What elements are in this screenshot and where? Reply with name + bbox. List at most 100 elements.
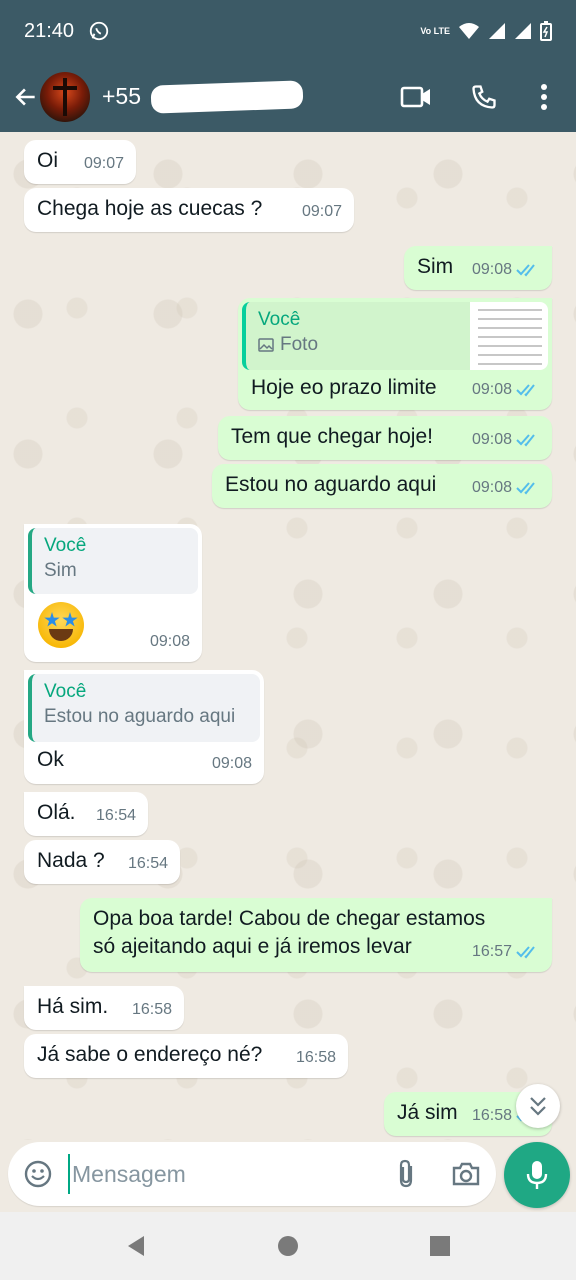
system-navigation-bar [0,1212,576,1280]
message-time: 16:54 [96,802,136,830]
arrow-left-icon [15,88,35,106]
quoted-message[interactable]: Você Estou no aguardo aqui [28,674,260,742]
message-text: Estou no aguardo aqui [225,473,437,496]
message-bubble[interactable]: Oi 09:07 [24,140,136,184]
quote-text-value: Estou no aguardo aqui [44,706,236,727]
nav-home-button[interactable] [268,1226,308,1266]
message-text: Olá. [37,801,76,824]
message-bubble[interactable]: Você Sim 09:08 [24,524,202,662]
nav-back-button[interactable] [116,1226,156,1266]
message-bubble[interactable]: Você Foto Hoje eo prazo limite 09:08 [238,298,552,410]
wifi-icon [459,23,479,39]
message-bubble[interactable]: Tem que chegar hoje! 09:08 [218,416,552,460]
message-text: Hoje eo prazo limite [251,376,437,399]
contact-number: +55 [102,82,142,109]
message-text: Sim [417,255,454,278]
chat-header: +55 [0,62,576,132]
message-bubble[interactable]: Estou no aguardo aqui 09:08 [212,464,552,508]
message-bubble[interactable]: Você Estou no aguardo aqui Ok 09:08 [24,670,264,784]
contact-avatar[interactable] [40,72,90,122]
star-struck-emoji [38,602,84,648]
whatsapp-notification-icon [89,21,109,41]
time-label: 09:08 [471,479,512,496]
emoji-icon [24,1160,52,1188]
message-bubble[interactable]: Já sabe o endereço né? 16:58 [24,1034,348,1078]
time-label: 16:58 [295,1049,336,1066]
quote-author: Você [44,681,87,702]
quote-author: Você [258,309,301,330]
read-ticks-icon [516,434,535,447]
quote-text-value: Sim [44,560,77,581]
message-time: 09:08 [472,376,540,404]
message-time: 09:08 [212,750,252,778]
time-label: 16:58 [131,1001,172,1018]
composer [0,1140,576,1212]
video-call-icon [400,86,430,108]
contact-name[interactable]: +55 [102,80,304,115]
time-label: 09:08 [471,431,512,448]
time-label: 16:54 [127,855,168,872]
message-time: 16:58 [296,1044,336,1072]
message-bubble[interactable]: Nada ? 16:54 [24,840,180,884]
circle-home-icon [278,1236,298,1256]
status-bar: 21:40 Vo LTE [0,0,576,62]
voice-message-button[interactable] [504,1142,570,1208]
scroll-to-bottom-button[interactable] [516,1084,560,1128]
time-label: 16:54 [95,807,136,824]
photo-icon [258,338,274,352]
message-text: Há sim. [37,995,109,1018]
more-options-button[interactable] [524,77,564,117]
attach-button[interactable] [386,1154,426,1194]
quoted-message[interactable]: Você Sim [28,528,198,594]
photo-thumbnail [470,302,548,370]
emoji-button[interactable] [18,1154,58,1194]
message-input-bar [8,1142,496,1206]
chat-area[interactable]: Oi 09:07 Chega hoje as cuecas ? 09:07 Si… [0,132,576,1140]
read-ticks-icon [516,384,535,397]
message-time: 16:54 [128,850,168,878]
voice-call-button[interactable] [464,77,504,117]
message-text: Chega hoje as cuecas ? [37,197,263,220]
microphone-icon [526,1161,548,1189]
time-label: 09:07 [301,203,342,220]
time-label: 09:08 [149,633,190,650]
message-text: Nada ? [37,849,105,872]
message-text: Já sim [397,1101,458,1124]
message-text: Tem que chegar hoje! [231,425,433,448]
time-label: 09:07 [83,155,124,172]
quote-text: Foto [258,332,458,358]
volte-indicator: Vo LTE [420,25,450,36]
message-text: Oi [37,149,58,172]
message-input[interactable] [68,1154,386,1194]
message-text: Ok [37,748,64,771]
triangle-back-icon [128,1236,144,1256]
quote-author: Você [44,535,87,556]
message-text: Já sabe o endereço né? [37,1043,263,1066]
camera-button[interactable] [446,1154,486,1194]
camera-icon [452,1162,480,1186]
message-time: 09:08 [472,426,540,454]
message-time: 16:58 [132,996,172,1024]
quoted-message[interactable]: Você Foto [242,302,548,370]
nav-recents-button[interactable] [420,1226,460,1266]
time-label: 09:08 [471,381,512,398]
video-call-button[interactable] [396,77,436,117]
message-bubble[interactable]: Olá. 16:54 [24,792,148,836]
message-time: 09:08 [472,474,540,502]
message-time: 09:07 [302,198,342,226]
paperclip-icon [399,1159,413,1188]
quote-text-value: Foto [280,334,319,355]
redacted-number [150,80,304,115]
read-ticks-icon [516,946,535,959]
battery-icon [540,21,552,41]
read-ticks-icon [516,482,535,495]
square-recents-icon [430,1236,450,1256]
message-bubble[interactable]: Há sim. 16:58 [24,986,184,1030]
read-ticks-icon [516,264,535,277]
message-bubble[interactable]: Sim 09:08 [404,246,552,290]
message-time: 09:08 [150,628,190,656]
message-bubble[interactable]: Chega hoje as cuecas ? 09:07 [24,188,354,232]
message-bubble[interactable]: Opa boa tarde! Cabou de chegar estamos s… [80,898,552,972]
more-vert-icon [541,84,547,110]
time-label: 09:08 [211,755,252,772]
